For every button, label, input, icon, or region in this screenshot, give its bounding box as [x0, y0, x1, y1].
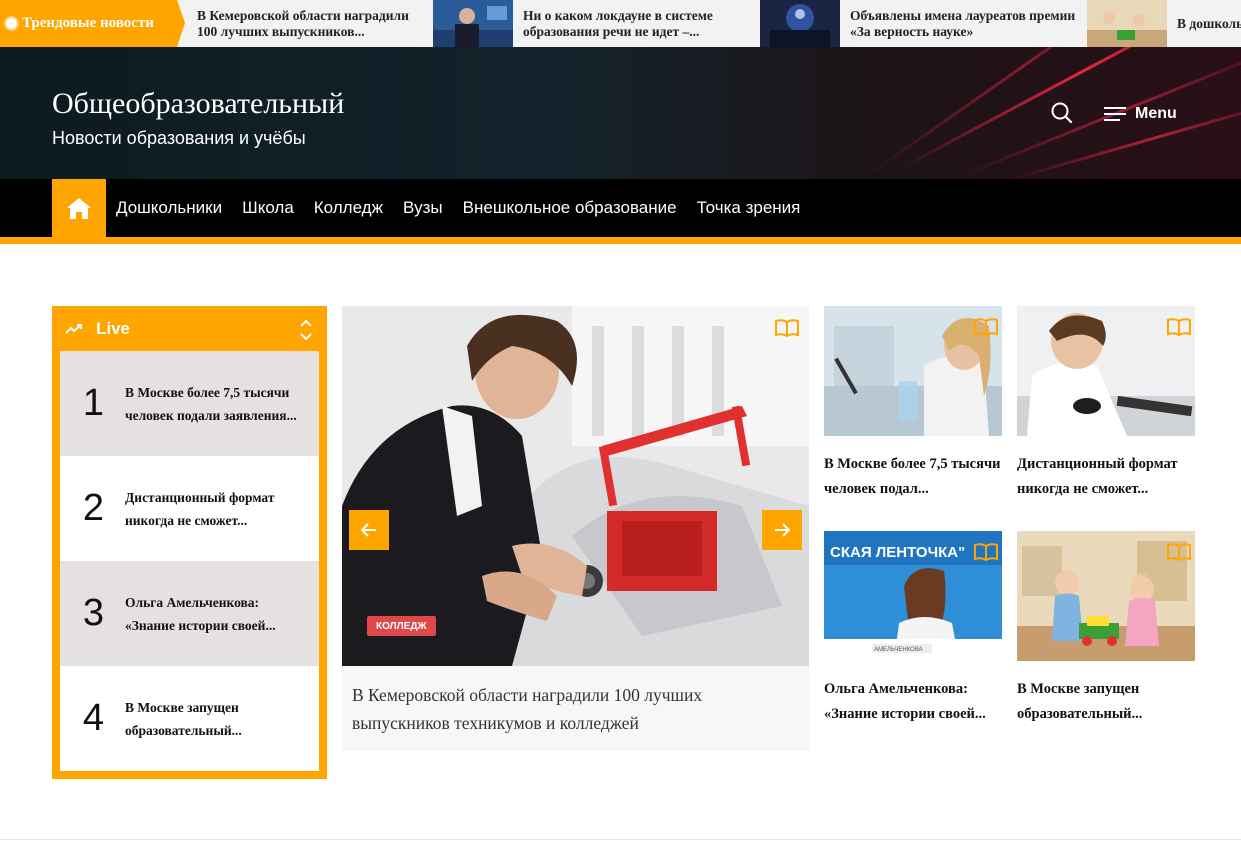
- ticker-item-text[interactable]: Ни о каком локдауне в системе образовани…: [513, 8, 758, 40]
- hamburger-icon: [1104, 107, 1126, 121]
- card-title[interactable]: В Москве запущен образовательный...: [1017, 677, 1195, 727]
- card-title[interactable]: Дистанционный формат никогда не сможет..…: [1017, 452, 1195, 502]
- news-card[interactable]: Дистанционный формат никогда не сможет..…: [1017, 306, 1195, 502]
- ticker-item-text[interactable]: В дошкольных организациях...: [1167, 16, 1241, 32]
- search-icon[interactable]: [1050, 101, 1074, 125]
- ticker-item[interactable]: В Кемеровской области наградили 100 лучш…: [187, 0, 432, 47]
- card-title[interactable]: Ольга Амельченкова: «Знание истории свое…: [824, 677, 1002, 727]
- trending-label-text: Трендовые новости: [22, 15, 154, 31]
- live-item-text[interactable]: В Москве более 7,5 тысячи человек подали…: [125, 381, 305, 427]
- card-banner-text: СКАЯ ЛЕНТОЧКА": [830, 544, 965, 561]
- site-title[interactable]: Общеобразовательный: [52, 87, 344, 121]
- card-image[interactable]: [824, 306, 1002, 436]
- live-header: Live: [52, 306, 327, 351]
- live-item-number: 3: [82, 592, 105, 634]
- trending-label: Трендовые новости: [0, 0, 185, 47]
- ticker-item-text[interactable]: Объявлены имена лауреатов премии «За вер…: [840, 8, 1085, 40]
- section-divider: [0, 839, 1241, 840]
- live-widget: Live 1 В Москве более 7,5 тысячи человек…: [52, 306, 327, 779]
- nav-item-opinion[interactable]: Точка зрения: [687, 198, 811, 218]
- menu-label: Menu: [1135, 105, 1177, 122]
- read-book-icon[interactable]: [973, 542, 999, 562]
- trending-icon: [65, 323, 82, 334]
- trending-ticker: Трендовые новости В Кемеровской области …: [0, 0, 1241, 47]
- live-item-text[interactable]: В Москве запущен образовательный...: [125, 696, 305, 742]
- ticker-item[interactable]: Объявлены имена лауреатов премии «За вер…: [760, 0, 1085, 47]
- card-image[interactable]: [1017, 531, 1195, 661]
- home-button[interactable]: [52, 179, 106, 237]
- home-icon: [67, 198, 91, 219]
- live-item-text[interactable]: Ольга Амельченкова: «Знание истории свое…: [125, 591, 305, 637]
- featured-image[interactable]: [342, 306, 809, 666]
- live-list: 1 В Москве более 7,5 тысячи человек пода…: [60, 351, 319, 771]
- card-image[interactable]: СКАЯ ЛЕНТОЧКА" АМЕЛЬЧЕНКОВА: [824, 531, 1002, 661]
- live-item-number: 2: [82, 487, 105, 529]
- card-nameplate-text: АМЕЛЬЧЕНКОВА: [874, 647, 923, 653]
- live-title: Live: [96, 318, 131, 338]
- news-card[interactable]: В Москве более 7,5 тысячи человек подал.…: [824, 306, 1002, 502]
- live-item[interactable]: 2 Дистанционный формат никогда не сможет…: [60, 456, 319, 561]
- ticker-item[interactable]: В дошкольных организациях...: [1087, 0, 1241, 47]
- live-item[interactable]: 1 В Москве более 7,5 тысячи человек пода…: [60, 351, 319, 456]
- nav-item-universities[interactable]: Вузы: [393, 198, 453, 218]
- live-item-number: 4: [82, 697, 105, 739]
- ticker-item[interactable]: Ни о каком локдауне в системе образовани…: [433, 0, 758, 47]
- nav-item-preschool[interactable]: Дошкольники: [106, 198, 232, 218]
- arrow-left-icon: [361, 523, 376, 537]
- news-card[interactable]: СКАЯ ЛЕНТОЧКА" АМЕЛЬЧЕНКОВА Ольга Амельч…: [824, 531, 1002, 727]
- ticker-thumbnail-icon[interactable]: [760, 0, 840, 47]
- nav-item-college[interactable]: Колледж: [304, 198, 393, 218]
- live-item-text[interactable]: Дистанционный формат никогда не сможет..…: [125, 486, 305, 532]
- ticker-thumbnail-icon[interactable]: [1087, 0, 1167, 47]
- read-book-icon[interactable]: [1166, 317, 1192, 337]
- nav-accent-bar: [0, 237, 1241, 244]
- card-image[interactable]: [1017, 306, 1195, 436]
- category-badge[interactable]: КОЛЛЕДЖ: [367, 616, 436, 636]
- slider-prev-button[interactable]: [349, 510, 389, 550]
- slider-next-button[interactable]: [762, 510, 802, 550]
- ticker-item-text[interactable]: В Кемеровской области наградили 100 лучш…: [187, 8, 432, 40]
- menu-button[interactable]: Menu: [1104, 105, 1177, 123]
- live-item[interactable]: 4 В Москве запущен образовательный...: [60, 666, 319, 771]
- live-dot-icon: [6, 18, 17, 29]
- site-tagline: Новости образования и учёбы: [52, 128, 306, 148]
- live-scroll-arrows-icon[interactable]: [299, 318, 313, 342]
- main-nav: Дошкольники Школа Колледж Вузы Внешкольн…: [0, 179, 1241, 237]
- card-title[interactable]: В Москве более 7,5 тысячи человек подал.…: [824, 452, 1002, 502]
- ticker-thumbnail-icon[interactable]: [433, 0, 513, 47]
- arrow-right-icon: [775, 523, 790, 537]
- live-item-number: 1: [82, 382, 105, 424]
- nav-item-school[interactable]: Школа: [232, 198, 304, 218]
- read-book-icon[interactable]: [774, 318, 800, 338]
- live-item[interactable]: 3 Ольга Амельченкова: «Знание истории св…: [60, 561, 319, 666]
- featured-slider[interactable]: КОЛЛЕДЖ: [342, 306, 809, 666]
- read-book-icon[interactable]: [973, 317, 999, 337]
- nav-item-extracurricular[interactable]: Внешкольное образование: [453, 198, 687, 218]
- featured-caption[interactable]: В Кемеровской области наградили 100 лучш…: [342, 666, 809, 751]
- news-card[interactable]: В Москве запущен образовательный...: [1017, 531, 1195, 727]
- read-book-icon[interactable]: [1166, 542, 1192, 562]
- site-header: Общеобразовательный Новости образования …: [0, 47, 1241, 179]
